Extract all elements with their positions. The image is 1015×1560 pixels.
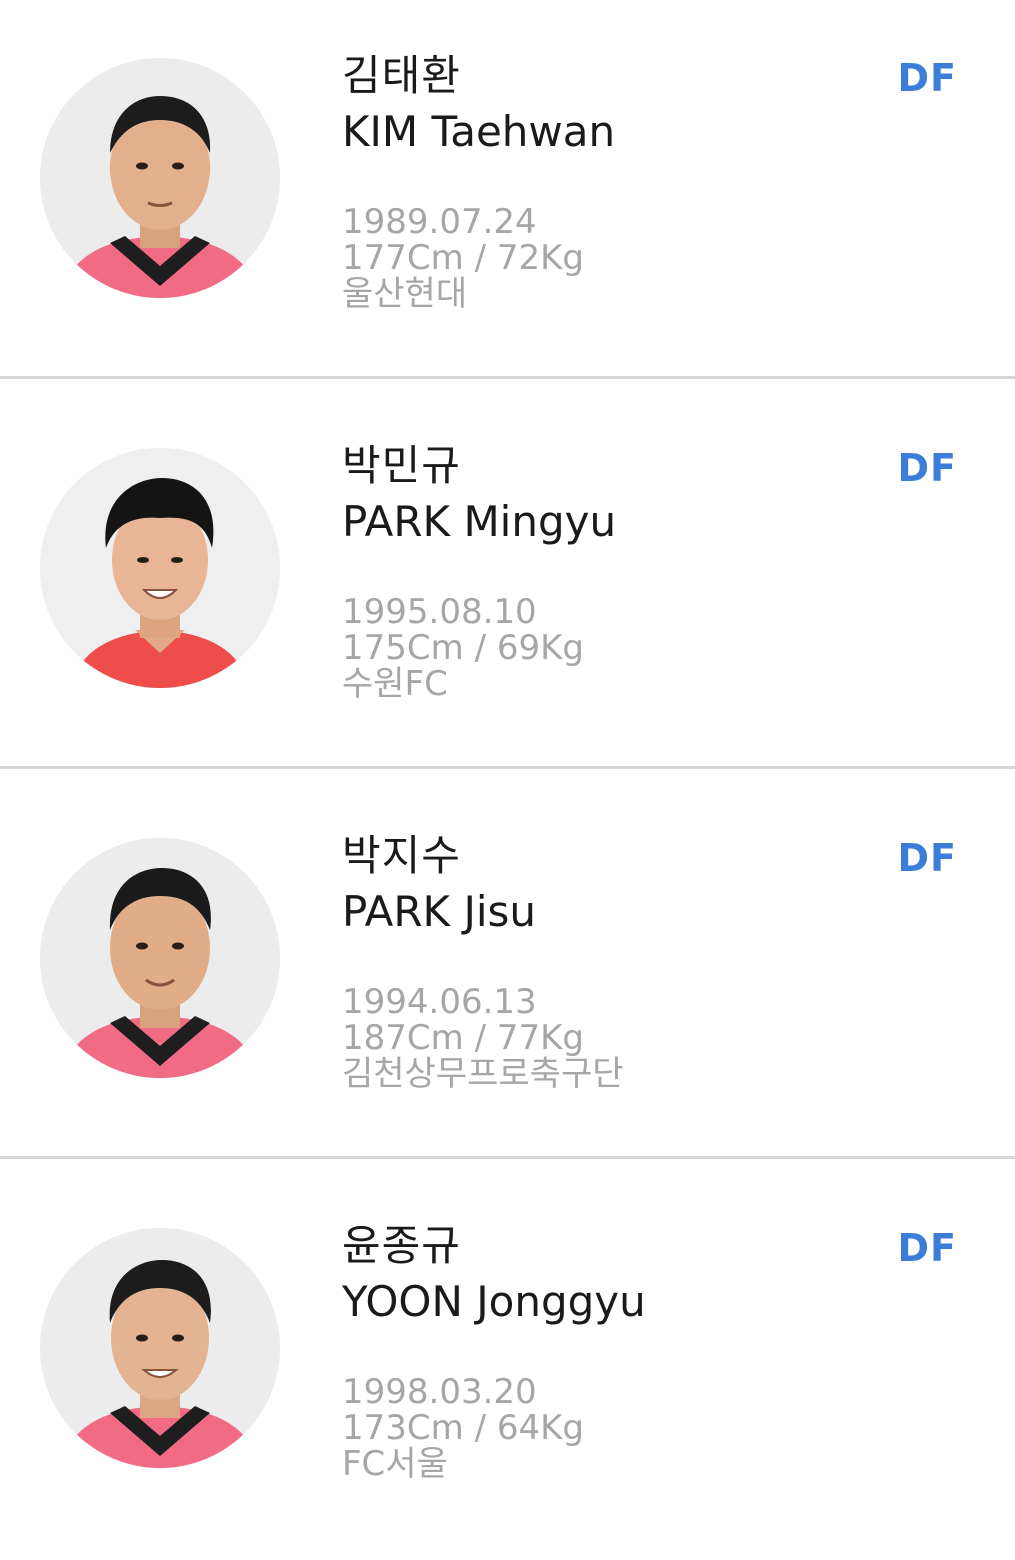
player-info: 1994.06.13 187Cm / 77Kg 김천상무프로축구단 [342,984,624,1092]
player-name-korean: 박지수 [342,831,461,880]
player-height-weight: 175Cm / 69Kg [342,628,584,668]
player-photo [40,1228,280,1468]
player-photo [40,58,280,298]
player-name-korean: 김태환 [342,51,461,100]
player-photo-graphic [40,838,280,1078]
card-divider [0,1156,1015,1159]
player-photo-graphic [40,1228,280,1468]
player-position-badge: DF [897,836,957,880]
player-card-yoon-jonggyu[interactable]: 윤종규 YOON Jonggyu DF 1998.03.20 173Cm / 6… [0,1170,1015,1560]
player-name-korean: 박민규 [342,441,461,490]
player-club: FC서울 [342,1444,448,1484]
player-card-park-jisu[interactable]: 박지수 PARK Jisu DF 1994.06.13 187Cm / 77Kg… [0,780,1015,1170]
player-position-badge: DF [897,1226,957,1270]
player-card-park-mingyu[interactable]: 박민규 PARK Mingyu DF 1995.08.10 175Cm / 69… [0,390,1015,780]
player-photo [40,838,280,1078]
card-divider [0,766,1015,769]
player-name-english: YOON Jonggyu [342,1277,646,1326]
player-name-english: PARK Jisu [342,887,537,936]
player-club: 울산현대 [342,274,468,314]
player-height-weight: 187Cm / 77Kg [342,1018,584,1058]
player-info: 1995.08.10 175Cm / 69Kg 수원FC [342,594,584,702]
player-birthdate: 1995.08.10 [342,592,537,632]
player-birthdate: 1998.03.20 [342,1372,537,1412]
player-height-weight: 173Cm / 64Kg [342,1408,584,1448]
player-photo-graphic [40,58,280,298]
player-position-badge: DF [897,56,957,100]
player-birthdate: 1989.07.24 [342,202,537,242]
card-divider [0,376,1015,379]
player-position-badge: DF [897,446,957,490]
player-club: 김천상무프로축구단 [342,1054,624,1094]
player-list: 김태환 KIM Taehwan DF 1989.07.24 177Cm / 72… [0,0,1015,1527]
player-card-kim-taehwan[interactable]: 김태환 KIM Taehwan DF 1989.07.24 177Cm / 72… [0,0,1015,390]
player-club: 수원FC [342,664,448,704]
player-photo-graphic [40,448,280,688]
player-photo [40,448,280,688]
player-info: 1989.07.24 177Cm / 72Kg 울산현대 [342,204,584,312]
player-info: 1998.03.20 173Cm / 64Kg FC서울 [342,1374,584,1482]
player-name-korean: 윤종규 [342,1221,461,1270]
player-name-english: KIM Taehwan [342,107,616,156]
player-name-english: PARK Mingyu [342,497,617,546]
player-height-weight: 177Cm / 72Kg [342,238,584,278]
player-birthdate: 1994.06.13 [342,982,537,1022]
